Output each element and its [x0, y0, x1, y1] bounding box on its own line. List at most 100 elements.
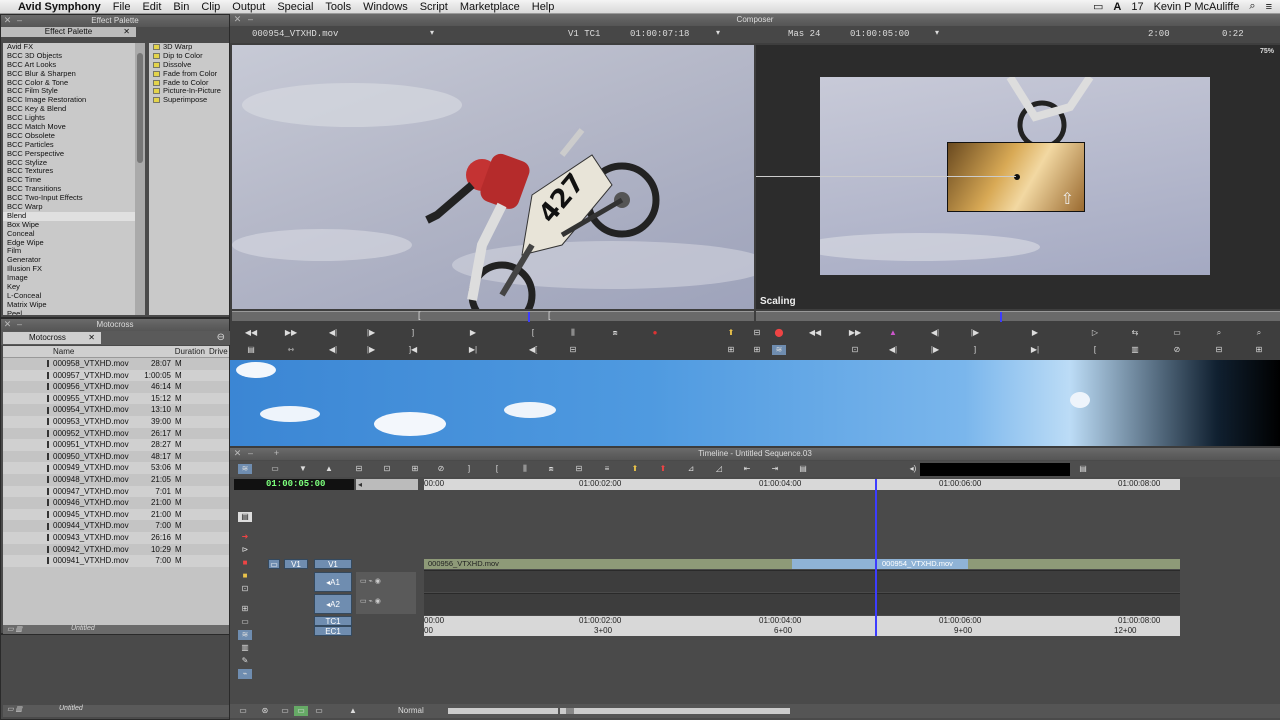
track-effect-button[interactable]: ≋: [238, 630, 252, 640]
record-position-bar[interactable]: [756, 311, 1280, 322]
overwrite-button[interactable]: ⊟: [566, 345, 580, 355]
toggle-source-button[interactable]: ▤: [244, 345, 258, 355]
footer-settings-icon[interactable]: ⊛: [258, 706, 272, 716]
battery-count[interactable]: 17: [1131, 1, 1143, 13]
track-v1-source[interactable]: ▭: [268, 559, 280, 569]
track-a1-header[interactable]: ◂A1: [314, 572, 352, 592]
record-dot-button[interactable]: ●: [648, 328, 662, 338]
effect-category-item[interactable]: Blend: [3, 211, 135, 221]
effect-palette-titlebar[interactable]: ✕ – Effect Palette: [1, 15, 229, 27]
link-button[interactable]: ⇿: [284, 345, 298, 355]
mark-in-button[interactable]: [: [526, 328, 540, 338]
track-record-button[interactable]: ■: [238, 558, 252, 568]
menu-clip[interactable]: Clip: [195, 0, 226, 14]
timeline-trim-button[interactable]: ≡: [600, 464, 614, 474]
effect-category-item[interactable]: BCC Textures: [3, 167, 135, 176]
effect-item[interactable]: Dip to Color: [149, 52, 229, 61]
list-icon[interactable]: ≡: [1266, 1, 1272, 13]
effect-item[interactable]: Picture-In-Picture: [149, 87, 229, 96]
bin-row[interactable]: 000955_VTXHD.mov 15:12 M: [3, 392, 229, 405]
effect-category-item[interactable]: BCC Stylize: [3, 159, 135, 168]
composer-titlebar[interactable]: ✕ – Composer: [230, 14, 1280, 26]
pip-frame[interactable]: ⇧: [947, 142, 1085, 212]
rec-step-forward-button[interactable]: |▶: [968, 328, 982, 338]
rec-render-button[interactable]: ⊟: [1212, 345, 1226, 355]
track-link-button[interactable]: ⊳: [238, 545, 252, 555]
splice-button[interactable]: ◀[: [526, 345, 540, 355]
menu-marketplace[interactable]: Marketplace: [454, 0, 526, 14]
menu-tools[interactable]: Tools: [319, 0, 357, 14]
timeline-titlebar[interactable]: ✕ – + Timeline - Untitled Sequence.03: [230, 448, 1280, 460]
track-menu-button[interactable]: ▤: [238, 512, 252, 522]
effect-category-item[interactable]: BCC Film Style: [3, 87, 135, 96]
pip-center-handle[interactable]: [1014, 174, 1020, 180]
rec-step-back-button[interactable]: ◀|: [928, 328, 942, 338]
bin-row[interactable]: 000946_VTXHD.mov 21:00 M: [3, 497, 229, 509]
effect-category-item[interactable]: Edge Wipe: [3, 239, 135, 248]
bin-view-name[interactable]: Untitled: [59, 705, 83, 712]
rec-stop-button[interactable]: ⊘: [1170, 345, 1184, 355]
zoom-level[interactable]: 75%: [1260, 48, 1274, 55]
track-wave-button[interactable]: ⌁: [238, 669, 252, 679]
effect-category-item[interactable]: Key: [3, 283, 135, 292]
bin-row[interactable]: 000954_VTXHD.mov 13:10 M: [3, 404, 229, 416]
track-v1-header[interactable]: V1: [314, 559, 352, 569]
minimize-icon[interactable]: –: [15, 16, 24, 25]
col-drive[interactable]: Drive: [209, 346, 229, 357]
effect-category-item[interactable]: Illusion FX: [3, 265, 135, 274]
effect-category-item[interactable]: Box Wipe: [3, 221, 135, 230]
source-position-bar[interactable]: [ [: [232, 310, 754, 322]
rec-in-button[interactable]: [: [1088, 345, 1102, 355]
duration-2[interactable]: 0:22: [1222, 29, 1244, 39]
bin-row[interactable]: 000957_VTXHD.mov 1:00:05 M: [3, 369, 229, 382]
effect-mode-button[interactable]: ≋: [772, 345, 786, 355]
step-back-button[interactable]: ◀|: [326, 328, 340, 338]
effect-list[interactable]: 3D Warp Dip to Color Dissolve Fade from Col…: [149, 43, 229, 315]
minimize-icon[interactable]: –: [246, 15, 255, 24]
bin-row[interactable]: 000953_VTXHD.mov 39:00 M: [3, 415, 229, 428]
effect-item[interactable]: Fade from Color: [149, 70, 229, 79]
track-a1[interactable]: [424, 570, 1180, 592]
effect-item[interactable]: Superimpose: [149, 96, 229, 105]
close-icon[interactable]: ✕: [233, 449, 242, 458]
step-back-frame-button[interactable]: ◀|: [326, 345, 340, 355]
rec-ff-button[interactable]: ▶▶: [848, 328, 862, 338]
bin-row[interactable]: 000944_VTXHD.mov 7:00 M: [3, 520, 229, 532]
effect-category-item[interactable]: BCC Lights: [3, 114, 135, 123]
timeline-segment-button[interactable]: ⊟: [572, 464, 586, 474]
effect-category-item[interactable]: Avid FX: [3, 43, 135, 52]
timeline-add-edit-button[interactable]: ⊿: [684, 464, 698, 474]
extract-button[interactable]: ⊞: [724, 345, 738, 355]
effect-palette-tab[interactable]: Effect Palette ✕: [1, 27, 136, 37]
mark-out-icon[interactable]: [: [548, 310, 551, 320]
timeline-up-button[interactable]: ▲: [322, 464, 336, 474]
step-forward-frame-button[interactable]: |▶: [364, 345, 378, 355]
clear-marks-button[interactable]: ⧈: [608, 328, 622, 338]
source-tc-menu-icon[interactable]: ▾: [716, 28, 720, 37]
effect-category-item[interactable]: BCC Image Restoration: [3, 96, 135, 105]
effect-category-item[interactable]: BCC Transitions: [3, 185, 135, 194]
timeline-playhead[interactable]: [875, 479, 877, 636]
rec-more-button[interactable]: ⊞: [1252, 345, 1266, 355]
track-pen-button[interactable]: ✎: [238, 656, 252, 666]
bin-list[interactable]: Name Duration Drive 000958_VTXHD.mov 28:0…: [3, 346, 229, 630]
timeline-hscroll[interactable]: [560, 708, 790, 714]
track-v1[interactable]: 000956_VTXHD.mov 000954_VTXHD.mov: [424, 559, 1180, 569]
source-timecode[interactable]: 01:00:07:18: [630, 29, 689, 39]
go-to-out-button[interactable]: ]◀: [406, 345, 420, 355]
clip-000954[interactable]: 000954_VTXHD.mov: [792, 559, 968, 569]
spotlight-icon[interactable]: ⌕: [1249, 0, 1255, 13]
timeline-fast-menu-button[interactable]: ▤: [1076, 464, 1090, 474]
effect-category-item[interactable]: BCC Blur & Sharpen: [3, 70, 135, 79]
timeline-stop-button[interactable]: ⊘: [434, 464, 448, 474]
mark-in-icon[interactable]: [: [418, 310, 421, 320]
source-menu-icon[interactable]: ▾: [430, 28, 434, 37]
timeline-timecode-display[interactable]: 01:00:05:00: [234, 479, 354, 490]
timeline-trim-fwd-button[interactable]: ⇥: [768, 464, 782, 474]
rec-rewind-button[interactable]: ◀◀: [808, 328, 822, 338]
menu-output[interactable]: Output: [226, 0, 271, 14]
minimize-icon[interactable]: –: [15, 320, 24, 329]
track-ec1-header[interactable]: EC1: [314, 626, 352, 636]
track-video-button[interactable]: ▭: [238, 617, 252, 627]
bin-row[interactable]: 000951_VTXHD.mov 28:27 M: [3, 439, 229, 451]
